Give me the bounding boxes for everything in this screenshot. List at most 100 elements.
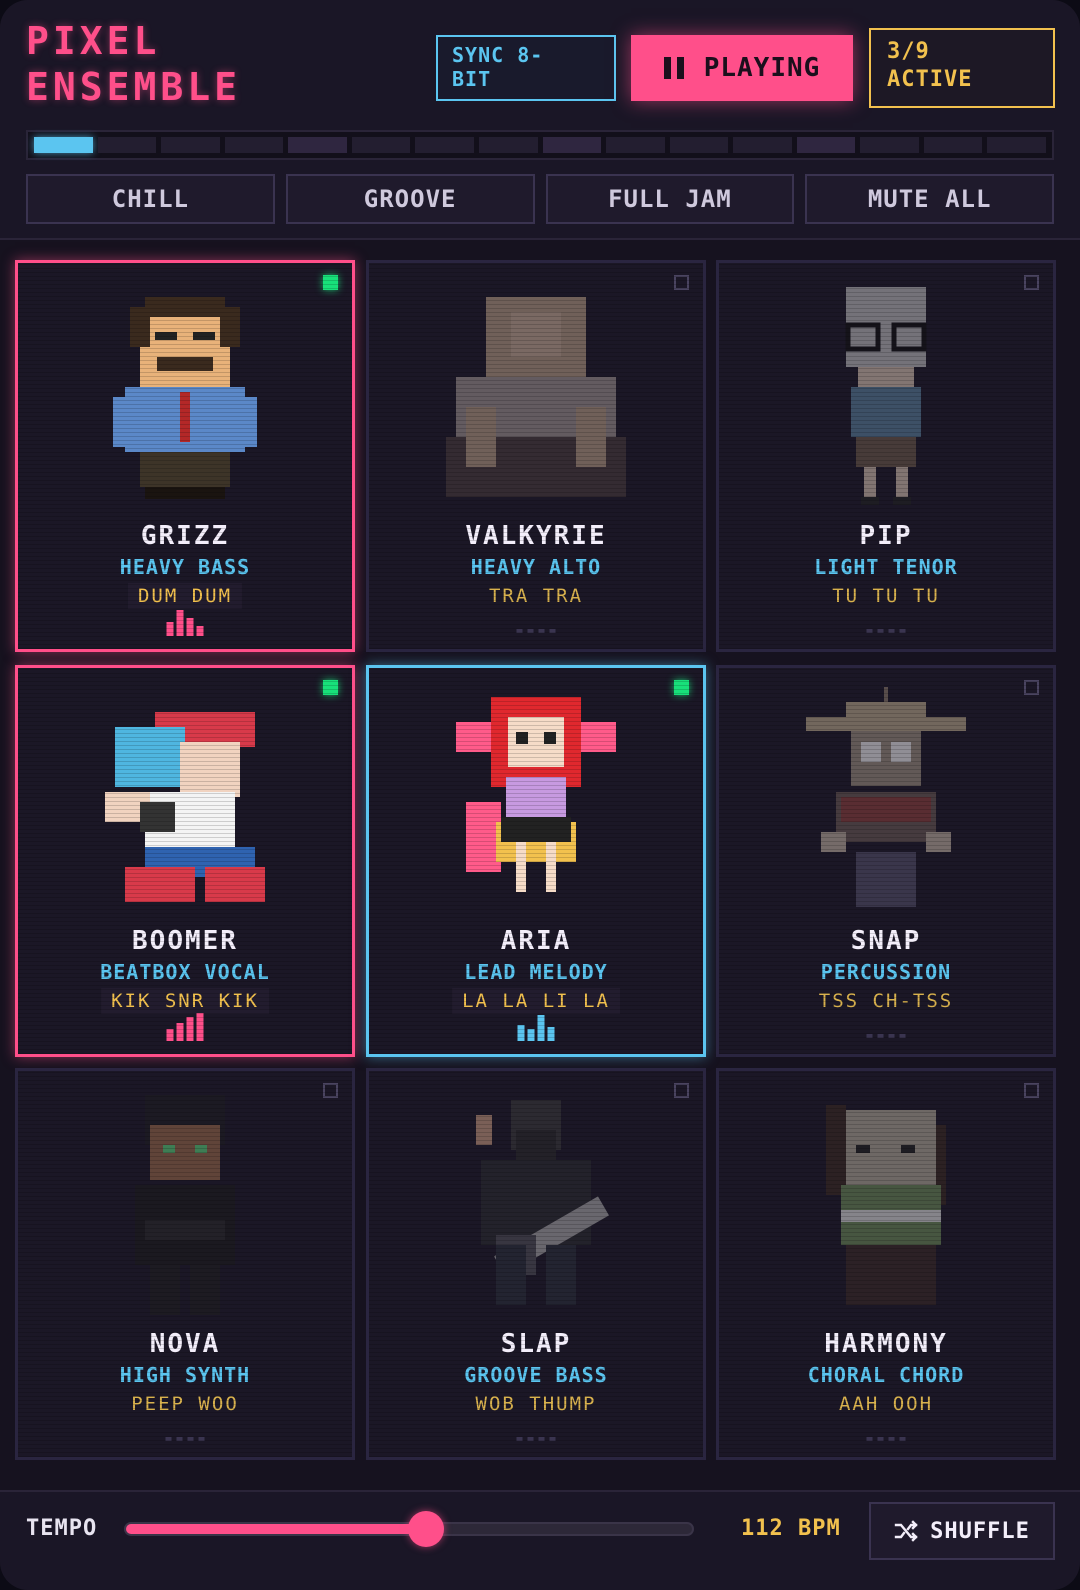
shuffle-label: SHUFFLE — [930, 1518, 1030, 1544]
inactive-indicator[interactable] — [1024, 1083, 1039, 1098]
character-card[interactable]: VALKYRIE HEAVY ALTO TRA TRA — [366, 260, 706, 652]
bass-guitarist-icon — [476, 1100, 609, 1305]
character-card[interactable]: PIP LIGHT TENOR TU TU TU — [716, 260, 1056, 652]
character-name: SNAP — [850, 926, 922, 956]
sequencer-step — [351, 137, 411, 153]
sequencer-step — [415, 137, 474, 153]
red-hair-singer-icon — [456, 697, 616, 892]
bpm-readout: 112 BPM — [741, 1516, 841, 1541]
sequencer-step — [161, 137, 220, 153]
character-role: GROOVE BASS — [464, 1363, 608, 1387]
app-window: PIXEL ENSEMBLE SYNC 8- BIT PLAYING 3/9 A… — [0, 0, 1080, 1590]
tempo-label: TEMPO — [26, 1516, 98, 1541]
idle-meter-icon — [165, 1437, 205, 1441]
footer-controls: TEMPO 112 BPM SHUFFLE — [0, 1490, 1080, 1590]
level-meter-icon — [166, 1013, 204, 1041]
shuffle-icon — [894, 1520, 918, 1542]
character-card[interactable]: GRIZZ HEAVY BASS DUM DUM — [15, 260, 355, 652]
character-syllables: DUM DUM — [127, 583, 243, 609]
preset-groove-button[interactable]: GROOVE — [285, 174, 535, 224]
character-syllables: TU TU TU — [832, 585, 940, 607]
character-name: SLAP — [500, 1329, 572, 1359]
idle-meter-icon — [866, 1437, 906, 1441]
app-title: PIXEL ENSEMBLE — [26, 18, 286, 110]
character-grid: GRIZZ HEAVY BASS DUM DUM VALKYRIE HEAVY ALTO… — [15, 260, 1065, 1475]
active-indicator[interactable] — [323, 680, 338, 695]
character-card[interactable]: HARMONY CHORAL CHORD AAH OOH — [716, 1068, 1056, 1460]
sync-button[interactable]: SYNC 8- BIT — [436, 35, 616, 101]
tempo-slider-thumb[interactable] — [407, 1511, 444, 1547]
active-count: 3/9 — [887, 39, 930, 64]
character-card[interactable]: SLAP GROOVE BASS WOB THUMP — [366, 1068, 706, 1460]
character-syllables: AAH OOH — [838, 1393, 934, 1415]
mute-all-button[interactable]: MUTE ALL — [805, 174, 1054, 224]
level-meter-icon — [166, 608, 204, 636]
tempo-slider-fill — [126, 1524, 426, 1534]
inactive-indicator[interactable] — [674, 275, 689, 290]
bald-mustache-man-icon — [113, 297, 257, 499]
character-name: VALKYRIE — [465, 521, 607, 551]
idle-meter-icon — [866, 1034, 906, 1038]
glasses-kid-icon — [845, 287, 927, 505]
idle-meter-icon — [516, 629, 556, 633]
preset-full-jam-button[interactable]: FULL JAM — [545, 174, 795, 224]
character-role: HIGH SYNTH — [119, 1363, 251, 1387]
level-meter-icon — [517, 1013, 555, 1041]
idle-meter-icon — [866, 629, 906, 633]
character-role: HEAVY BASS — [119, 555, 251, 579]
character-role: LEAD MELODY — [464, 960, 608, 984]
sequencer-step — [669, 137, 729, 153]
sync-label-1: SYNC 8- — [452, 43, 544, 67]
preset-chill-button[interactable]: CHILL — [26, 174, 275, 224]
character-syllables: TSS CH-TSS — [818, 990, 954, 1012]
idle-meter-icon — [516, 1437, 556, 1441]
character-syllables: WOB THUMP — [475, 1393, 597, 1415]
inactive-indicator[interactable] — [1024, 275, 1039, 290]
pause-icon — [663, 57, 684, 79]
character-name: BOOMER — [132, 926, 238, 956]
cap-rapper-icon — [105, 712, 265, 902]
character-card[interactable]: SNAP PERCUSSION TSS CH-TSS — [716, 665, 1056, 1057]
active-indicator[interactable] — [674, 680, 689, 695]
sequencer-step — [606, 137, 665, 153]
sequencer-step — [733, 137, 792, 153]
character-name: ARIA — [500, 926, 572, 956]
character-role: HEAVY ALTO — [470, 555, 602, 579]
character-card[interactable]: BOOMER BEATBOX VOCAL KIK SNR KIK — [15, 665, 355, 1057]
sequencer-step — [97, 137, 157, 153]
play-pause-button[interactable]: PLAYING — [631, 35, 853, 101]
inactive-indicator[interactable] — [323, 1083, 338, 1098]
character-name: NOVA — [149, 1329, 221, 1359]
synth-kid-icon — [135, 1095, 235, 1315]
character-role: LIGHT TENOR — [814, 555, 958, 579]
sequencer-step — [987, 137, 1046, 153]
shuffle-button[interactable]: SHUFFLE — [869, 1502, 1055, 1560]
character-card[interactable]: ARIA LEAD MELODY LA LA LI LA — [366, 665, 706, 1057]
drummer-robot-icon — [806, 687, 966, 907]
character-role: BEATBOX VOCAL — [100, 960, 270, 984]
title-line-2: ENSEMBLE — [26, 65, 242, 109]
character-syllables: PEEP WOO — [131, 1393, 239, 1415]
character-role: CHORAL CHORD — [807, 1363, 965, 1387]
sequencer-step — [34, 137, 93, 153]
active-indicator[interactable] — [323, 275, 338, 290]
play-label: PLAYING — [703, 53, 821, 83]
choir-creature-icon — [826, 1105, 946, 1305]
character-role: PERCUSSION — [820, 960, 952, 984]
inactive-indicator[interactable] — [1024, 680, 1039, 695]
header: PIXEL ENSEMBLE SYNC 8- BIT PLAYING 3/9 A… — [0, 0, 1080, 240]
tempo-slider[interactable] — [124, 1511, 694, 1547]
sequencer-step — [478, 137, 538, 153]
sequencer-step — [224, 137, 284, 153]
character-card[interactable]: NOVA HIGH SYNTH PEEP WOO — [15, 1068, 355, 1460]
inactive-indicator[interactable] — [674, 1083, 689, 1098]
sync-label-2: BIT — [452, 67, 492, 91]
active-label: ACTIVE — [887, 67, 973, 92]
sequencer-step — [923, 137, 983, 153]
character-syllables: LA LA LI LA — [452, 988, 620, 1014]
long-hair-singer-icon — [446, 297, 626, 497]
sequencer-step — [860, 137, 919, 153]
step-sequencer — [26, 130, 1054, 160]
sequencer-step — [796, 137, 856, 153]
sequencer-step — [288, 137, 347, 153]
